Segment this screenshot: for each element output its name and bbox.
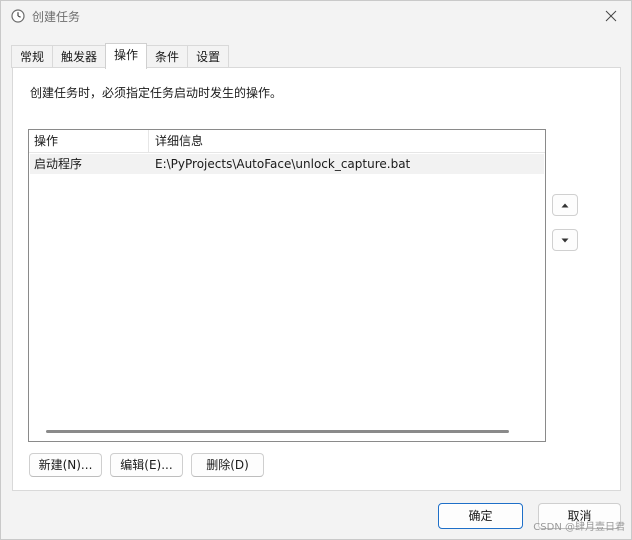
actions-list[interactable]: 操作 详细信息 启动程序 E:\PyProjects\AutoFace\unlo… bbox=[28, 129, 546, 442]
triangle-up-icon bbox=[561, 203, 569, 207]
tab-general[interactable]: 常规 bbox=[11, 45, 54, 68]
actions-panel: 创建任务时，必须指定任务启动时发生的操作。 操作 详细信息 启动程序 E:\Py… bbox=[12, 67, 621, 491]
delete-action-button[interactable]: 删除(D) bbox=[191, 453, 264, 477]
tab-actions[interactable]: 操作 bbox=[105, 43, 148, 69]
table-row[interactable]: 启动程序 E:\PyProjects\AutoFace\unlock_captu… bbox=[30, 154, 544, 174]
close-button[interactable] bbox=[591, 1, 631, 31]
tab-strip: 常规 触发器 操作 条件 设置 bbox=[11, 43, 230, 69]
triangle-down-icon bbox=[561, 238, 569, 242]
move-down-button[interactable] bbox=[552, 229, 578, 251]
create-task-dialog: 创建任务 常规 触发器 操作 条件 设置 创建任务时，必须指定任务启动时发生的操… bbox=[0, 0, 632, 540]
row-action: 启动程序 bbox=[34, 157, 83, 171]
close-icon bbox=[605, 10, 617, 22]
list-header: 操作 详细信息 bbox=[29, 130, 545, 153]
tab-settings[interactable]: 设置 bbox=[187, 45, 230, 68]
ok-button[interactable]: 确定 bbox=[438, 503, 523, 529]
column-header-action[interactable]: 操作 bbox=[29, 130, 149, 152]
clock-icon bbox=[11, 9, 25, 23]
title-bar: 创建任务 bbox=[1, 1, 631, 31]
edit-action-button[interactable]: 编辑(E)... bbox=[110, 453, 183, 477]
new-action-button[interactable]: 新建(N)... bbox=[29, 453, 102, 477]
move-up-button[interactable] bbox=[552, 194, 578, 216]
row-detail: E:\PyProjects\AutoFace\unlock_capture.ba… bbox=[155, 157, 411, 171]
horizontal-scrollbar[interactable] bbox=[46, 430, 509, 433]
watermark: CSDN @肆月壹日君 bbox=[533, 522, 625, 533]
window-title: 创建任务 bbox=[32, 10, 81, 24]
panel-description: 创建任务时，必须指定任务启动时发生的操作。 bbox=[30, 86, 283, 100]
column-header-detail[interactable]: 详细信息 bbox=[149, 130, 545, 152]
tab-triggers[interactable]: 触发器 bbox=[52, 45, 107, 68]
tab-conditions[interactable]: 条件 bbox=[146, 45, 189, 68]
